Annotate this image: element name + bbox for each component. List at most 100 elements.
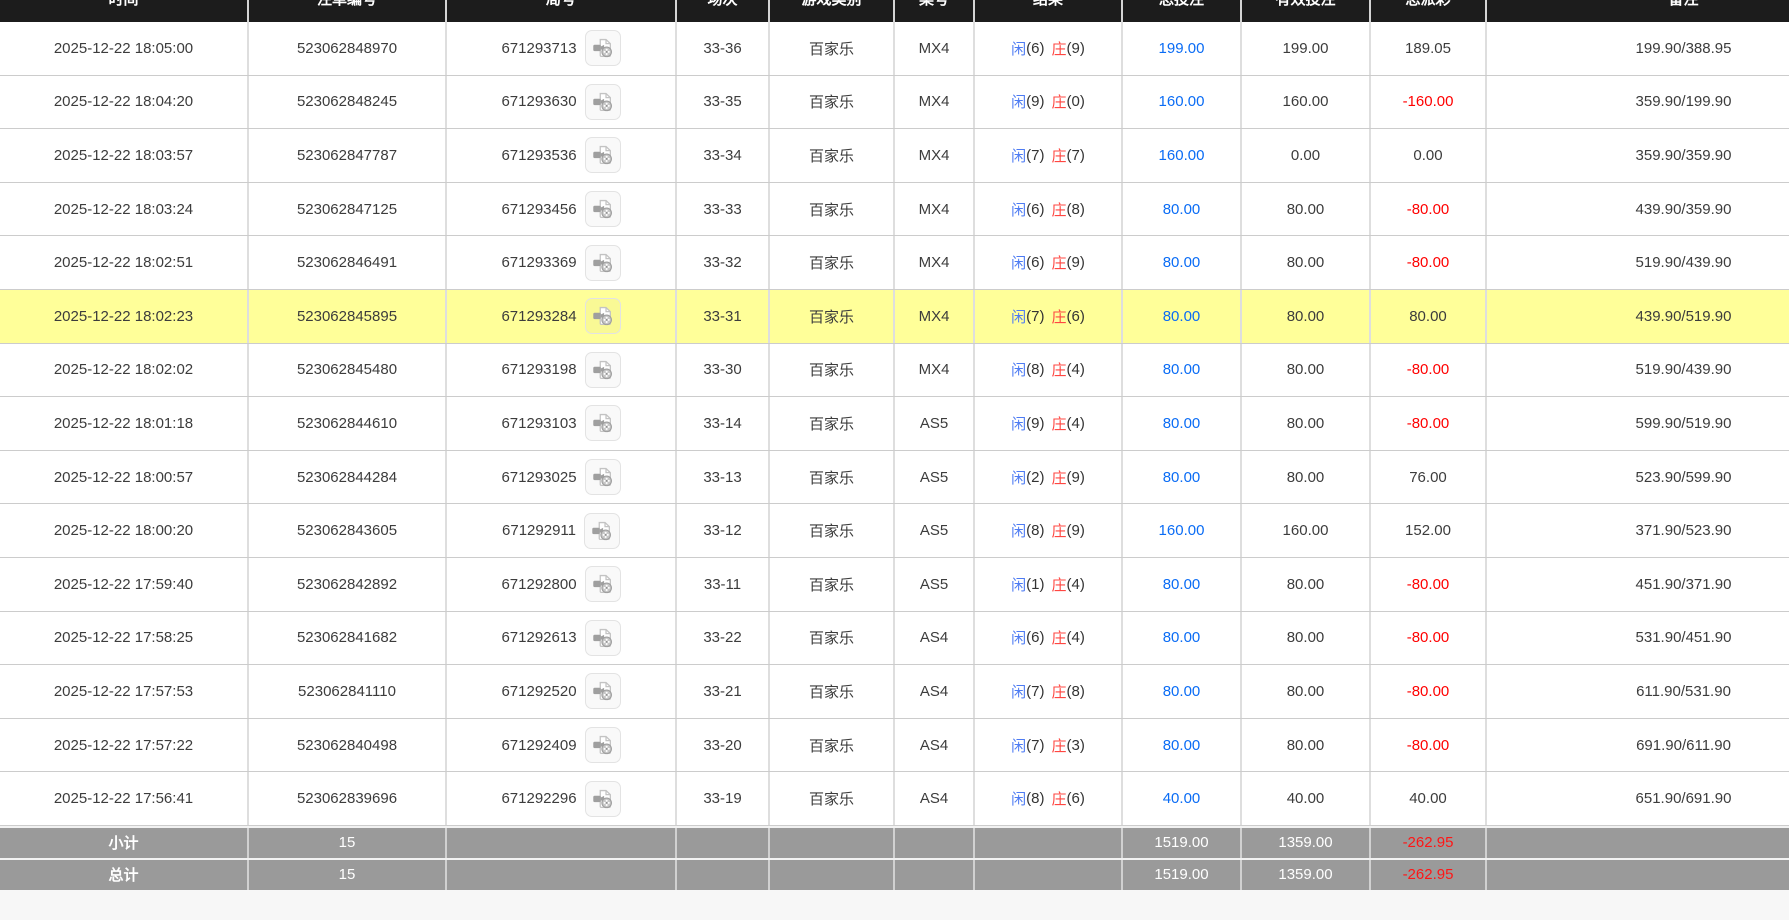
round-cell: 671293630: [447, 76, 677, 129]
banker-result-label: 庄: [1052, 145, 1067, 166]
video-icon: [592, 680, 614, 702]
subtotal-empty-result: [975, 828, 1123, 858]
round-number: 671292296: [501, 790, 576, 807]
round-cell: 671293456: [447, 183, 677, 236]
video-replay-button[interactable]: [585, 781, 621, 817]
payout-cell: -80.00: [1371, 183, 1487, 236]
round-cell: 671293713: [447, 22, 677, 75]
video-icon: [592, 788, 614, 810]
remark-cell: 359.90/199.90: [1487, 76, 1789, 129]
video-replay-button[interactable]: [585, 727, 621, 763]
column-header-time: 时间: [0, 0, 249, 22]
round-number: 671292409: [501, 737, 576, 754]
table-row[interactable]: 2025-12-22 18:03:24 523062847125 6712934…: [0, 183, 1789, 237]
column-header-valid-bet: 有效投注: [1242, 0, 1371, 22]
table-row[interactable]: 2025-12-22 18:02:23 523062845895 6712932…: [0, 290, 1789, 344]
game-type-cell: 百家乐: [770, 290, 895, 343]
player-result-label: 闲: [1011, 306, 1026, 327]
video-replay-button[interactable]: [585, 566, 621, 602]
video-replay-button[interactable]: [585, 459, 621, 495]
game-type-cell: 百家乐: [770, 772, 895, 825]
total-bet-cell: 80.00: [1123, 558, 1242, 611]
table-row[interactable]: 2025-12-22 18:00:57 523062844284 6712930…: [0, 451, 1789, 505]
valid-bet-cell: 80.00: [1242, 183, 1371, 236]
player-result-label: 闲: [1011, 574, 1026, 595]
player-result-points: (8): [1026, 361, 1044, 378]
subtotal-total-bet: 1519.00: [1123, 828, 1242, 858]
total-bet-cell: 80.00: [1123, 612, 1242, 665]
total-bet-cell: 160.00: [1123, 129, 1242, 182]
video-replay-button[interactable]: [585, 620, 621, 656]
table-row[interactable]: 2025-12-22 18:04:20 523062848245 6712936…: [0, 76, 1789, 130]
total-empty-round: [447, 860, 677, 890]
banker-result-label: 庄: [1052, 199, 1067, 220]
round-number: 671292613: [501, 629, 576, 646]
video-replay-button[interactable]: [585, 673, 621, 709]
table-row[interactable]: 2025-12-22 17:57:22 523062840498 6712924…: [0, 719, 1789, 773]
video-replay-button[interactable]: [585, 298, 621, 334]
table-row[interactable]: 2025-12-22 17:59:40 523062842892 6712928…: [0, 558, 1789, 612]
valid-bet-cell: 80.00: [1242, 558, 1371, 611]
session-cell: 33-36: [677, 22, 770, 75]
column-header-table-number: 桌号: [895, 0, 975, 22]
payout-cell: -80.00: [1371, 558, 1487, 611]
result-cell: 闲(2)庄(9): [975, 451, 1123, 504]
video-icon: [592, 359, 614, 381]
column-header-round-number: 局号: [447, 0, 677, 22]
video-replay-button[interactable]: [585, 405, 621, 441]
result-cell: 闲(6)庄(8): [975, 183, 1123, 236]
game-type-cell: 百家乐: [770, 665, 895, 718]
time-cell: 2025-12-22 17:58:25: [0, 612, 249, 665]
session-cell: 33-34: [677, 129, 770, 182]
table-row[interactable]: 2025-12-22 17:58:25 523062841682 6712926…: [0, 612, 1789, 666]
table-row[interactable]: 2025-12-22 18:03:57 523062847787 6712935…: [0, 129, 1789, 183]
table-number-cell: AS5: [895, 558, 975, 611]
table-row[interactable]: 2025-12-22 17:57:53 523062841110 6712925…: [0, 665, 1789, 719]
video-replay-button[interactable]: [585, 245, 621, 281]
remark-cell: 519.90/439.90: [1487, 344, 1789, 397]
video-icon: [592, 627, 614, 649]
table-number-cell: AS4: [895, 612, 975, 665]
table-row[interactable]: 2025-12-22 18:01:18 523062844610 6712931…: [0, 397, 1789, 451]
order-number-cell: 523062843605: [249, 504, 447, 557]
valid-bet-cell: 80.00: [1242, 344, 1371, 397]
video-replay-button[interactable]: [585, 352, 621, 388]
video-replay-button[interactable]: [585, 137, 621, 173]
time-cell: 2025-12-22 18:00:57: [0, 451, 249, 504]
remark-cell: 439.90/359.90: [1487, 183, 1789, 236]
video-replay-button[interactable]: [585, 191, 621, 227]
table-row[interactable]: 2025-12-22 17:56:41 523062839696 6712922…: [0, 772, 1789, 826]
time-cell: 2025-12-22 18:02:51: [0, 236, 249, 289]
subtotal-empty-table: [895, 828, 975, 858]
table-number-cell: AS5: [895, 504, 975, 557]
session-cell: 33-33: [677, 183, 770, 236]
game-type-cell: 百家乐: [770, 397, 895, 450]
banker-result-label: 庄: [1052, 252, 1067, 273]
round-cell: 671292409: [447, 719, 677, 772]
order-number-cell: 523062840498: [249, 719, 447, 772]
table-body: 2025-12-22 18:05:00 523062848970 6712937…: [0, 22, 1789, 826]
game-type-cell: 百家乐: [770, 451, 895, 504]
time-cell: 2025-12-22 17:56:41: [0, 772, 249, 825]
table-row[interactable]: 2025-12-22 18:02:02 523062845480 6712931…: [0, 344, 1789, 398]
payout-cell: -80.00: [1371, 665, 1487, 718]
session-cell: 33-19: [677, 772, 770, 825]
column-header-order-number: 注单编号: [249, 0, 447, 22]
banker-result-label: 庄: [1052, 520, 1067, 541]
column-header-label: 时间: [0, 0, 247, 9]
table-row[interactable]: 2025-12-22 18:05:00 523062848970 6712937…: [0, 22, 1789, 76]
video-replay-button[interactable]: [584, 513, 620, 549]
result-cell: 闲(8)庄(9): [975, 504, 1123, 557]
game-type-cell: 百家乐: [770, 129, 895, 182]
banker-result-points: (7): [1067, 147, 1085, 164]
table-number-cell: AS5: [895, 397, 975, 450]
table-row[interactable]: 2025-12-22 18:00:20 523062843605 6712929…: [0, 504, 1789, 558]
subtotal-label: 小计: [0, 828, 249, 858]
table-number-cell: MX4: [895, 22, 975, 75]
table-row[interactable]: 2025-12-22 18:02:51 523062846491 6712933…: [0, 236, 1789, 290]
video-replay-button[interactable]: [585, 84, 621, 120]
subtotal-row: 小计 15 1519.00 1359.00 -262.95: [0, 826, 1789, 858]
session-cell: 33-22: [677, 612, 770, 665]
video-icon: [592, 198, 614, 220]
video-replay-button[interactable]: [585, 30, 621, 66]
